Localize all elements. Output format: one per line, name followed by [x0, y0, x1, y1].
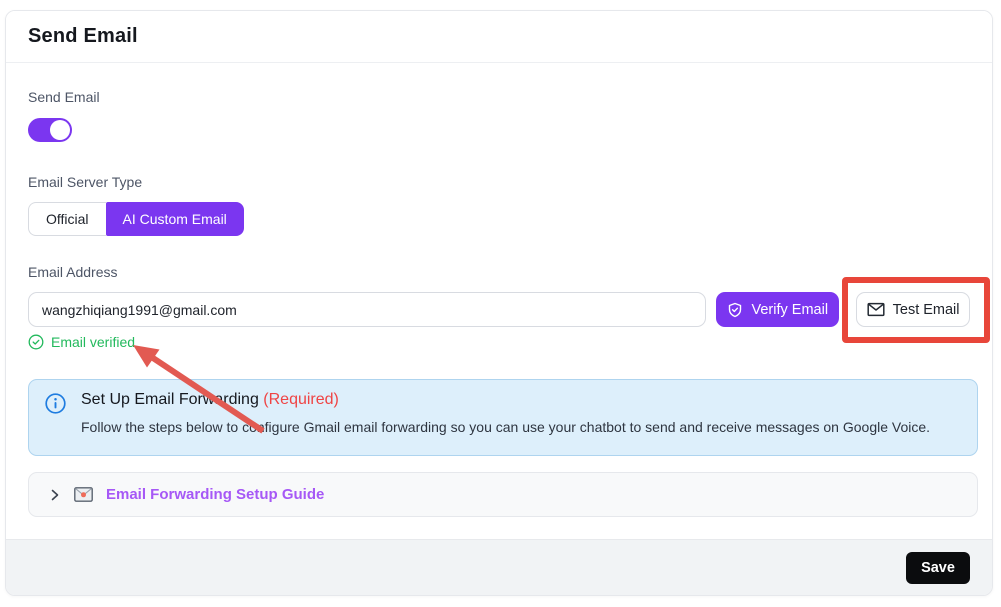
server-type-option-official[interactable]: Official: [28, 202, 106, 236]
email-forwarding-info-box: Set Up Email Forwarding (Required) Follo…: [28, 379, 978, 456]
test-email-button[interactable]: Test Email: [856, 292, 970, 327]
info-box-title-line: Set Up Email Forwarding (Required): [81, 391, 930, 409]
mail-icon: [867, 302, 885, 317]
info-box-required-badge: (Required): [263, 391, 339, 408]
toggle-knob: [50, 120, 70, 140]
info-box-title: Set Up Email Forwarding: [81, 391, 263, 408]
save-button[interactable]: Save: [906, 552, 970, 584]
email-input-row: Verify Email Test Email: [28, 292, 970, 327]
email-emoji-icon: [74, 487, 93, 502]
page-title: Send Email: [28, 25, 138, 48]
card-footer: Save: [6, 539, 992, 595]
info-box-content: Set Up Email Forwarding (Required) Follo…: [81, 391, 930, 443]
send-email-toggle-label: Send Email: [28, 89, 970, 105]
email-address-label: Email Address: [28, 264, 970, 280]
card-body: Send Email Email Server Type Official AI…: [6, 63, 992, 539]
email-verified-status: Email verified: [28, 334, 970, 350]
email-address-input[interactable]: [28, 292, 706, 327]
test-email-button-label: Test Email: [893, 302, 960, 318]
shield-check-icon: [727, 302, 743, 318]
server-type-segmented-control: Official AI Custom Email: [28, 202, 244, 236]
send-email-card: Send Email Send Email Email Server Type …: [5, 10, 993, 596]
guide-expander-label: Email Forwarding Setup Guide: [106, 486, 324, 503]
verify-email-button-label: Verify Email: [751, 302, 828, 318]
server-type-option-ai-custom-email[interactable]: AI Custom Email: [106, 202, 244, 236]
info-box-description: Follow the steps below to configure Gmai…: [81, 418, 930, 437]
chevron-right-icon: [49, 488, 61, 502]
email-verified-text: Email verified: [51, 334, 135, 350]
info-circle-icon: [45, 391, 66, 443]
server-type-label: Email Server Type: [28, 174, 970, 190]
send-email-settings-page: Send Email Send Email Email Server Type …: [0, 0, 1001, 607]
email-forwarding-guide-expander[interactable]: Email Forwarding Setup Guide: [28, 472, 978, 517]
check-circle-icon: [28, 334, 44, 350]
send-email-toggle[interactable]: [28, 118, 72, 142]
verify-email-button[interactable]: Verify Email: [716, 292, 839, 327]
card-header: Send Email: [6, 11, 992, 63]
